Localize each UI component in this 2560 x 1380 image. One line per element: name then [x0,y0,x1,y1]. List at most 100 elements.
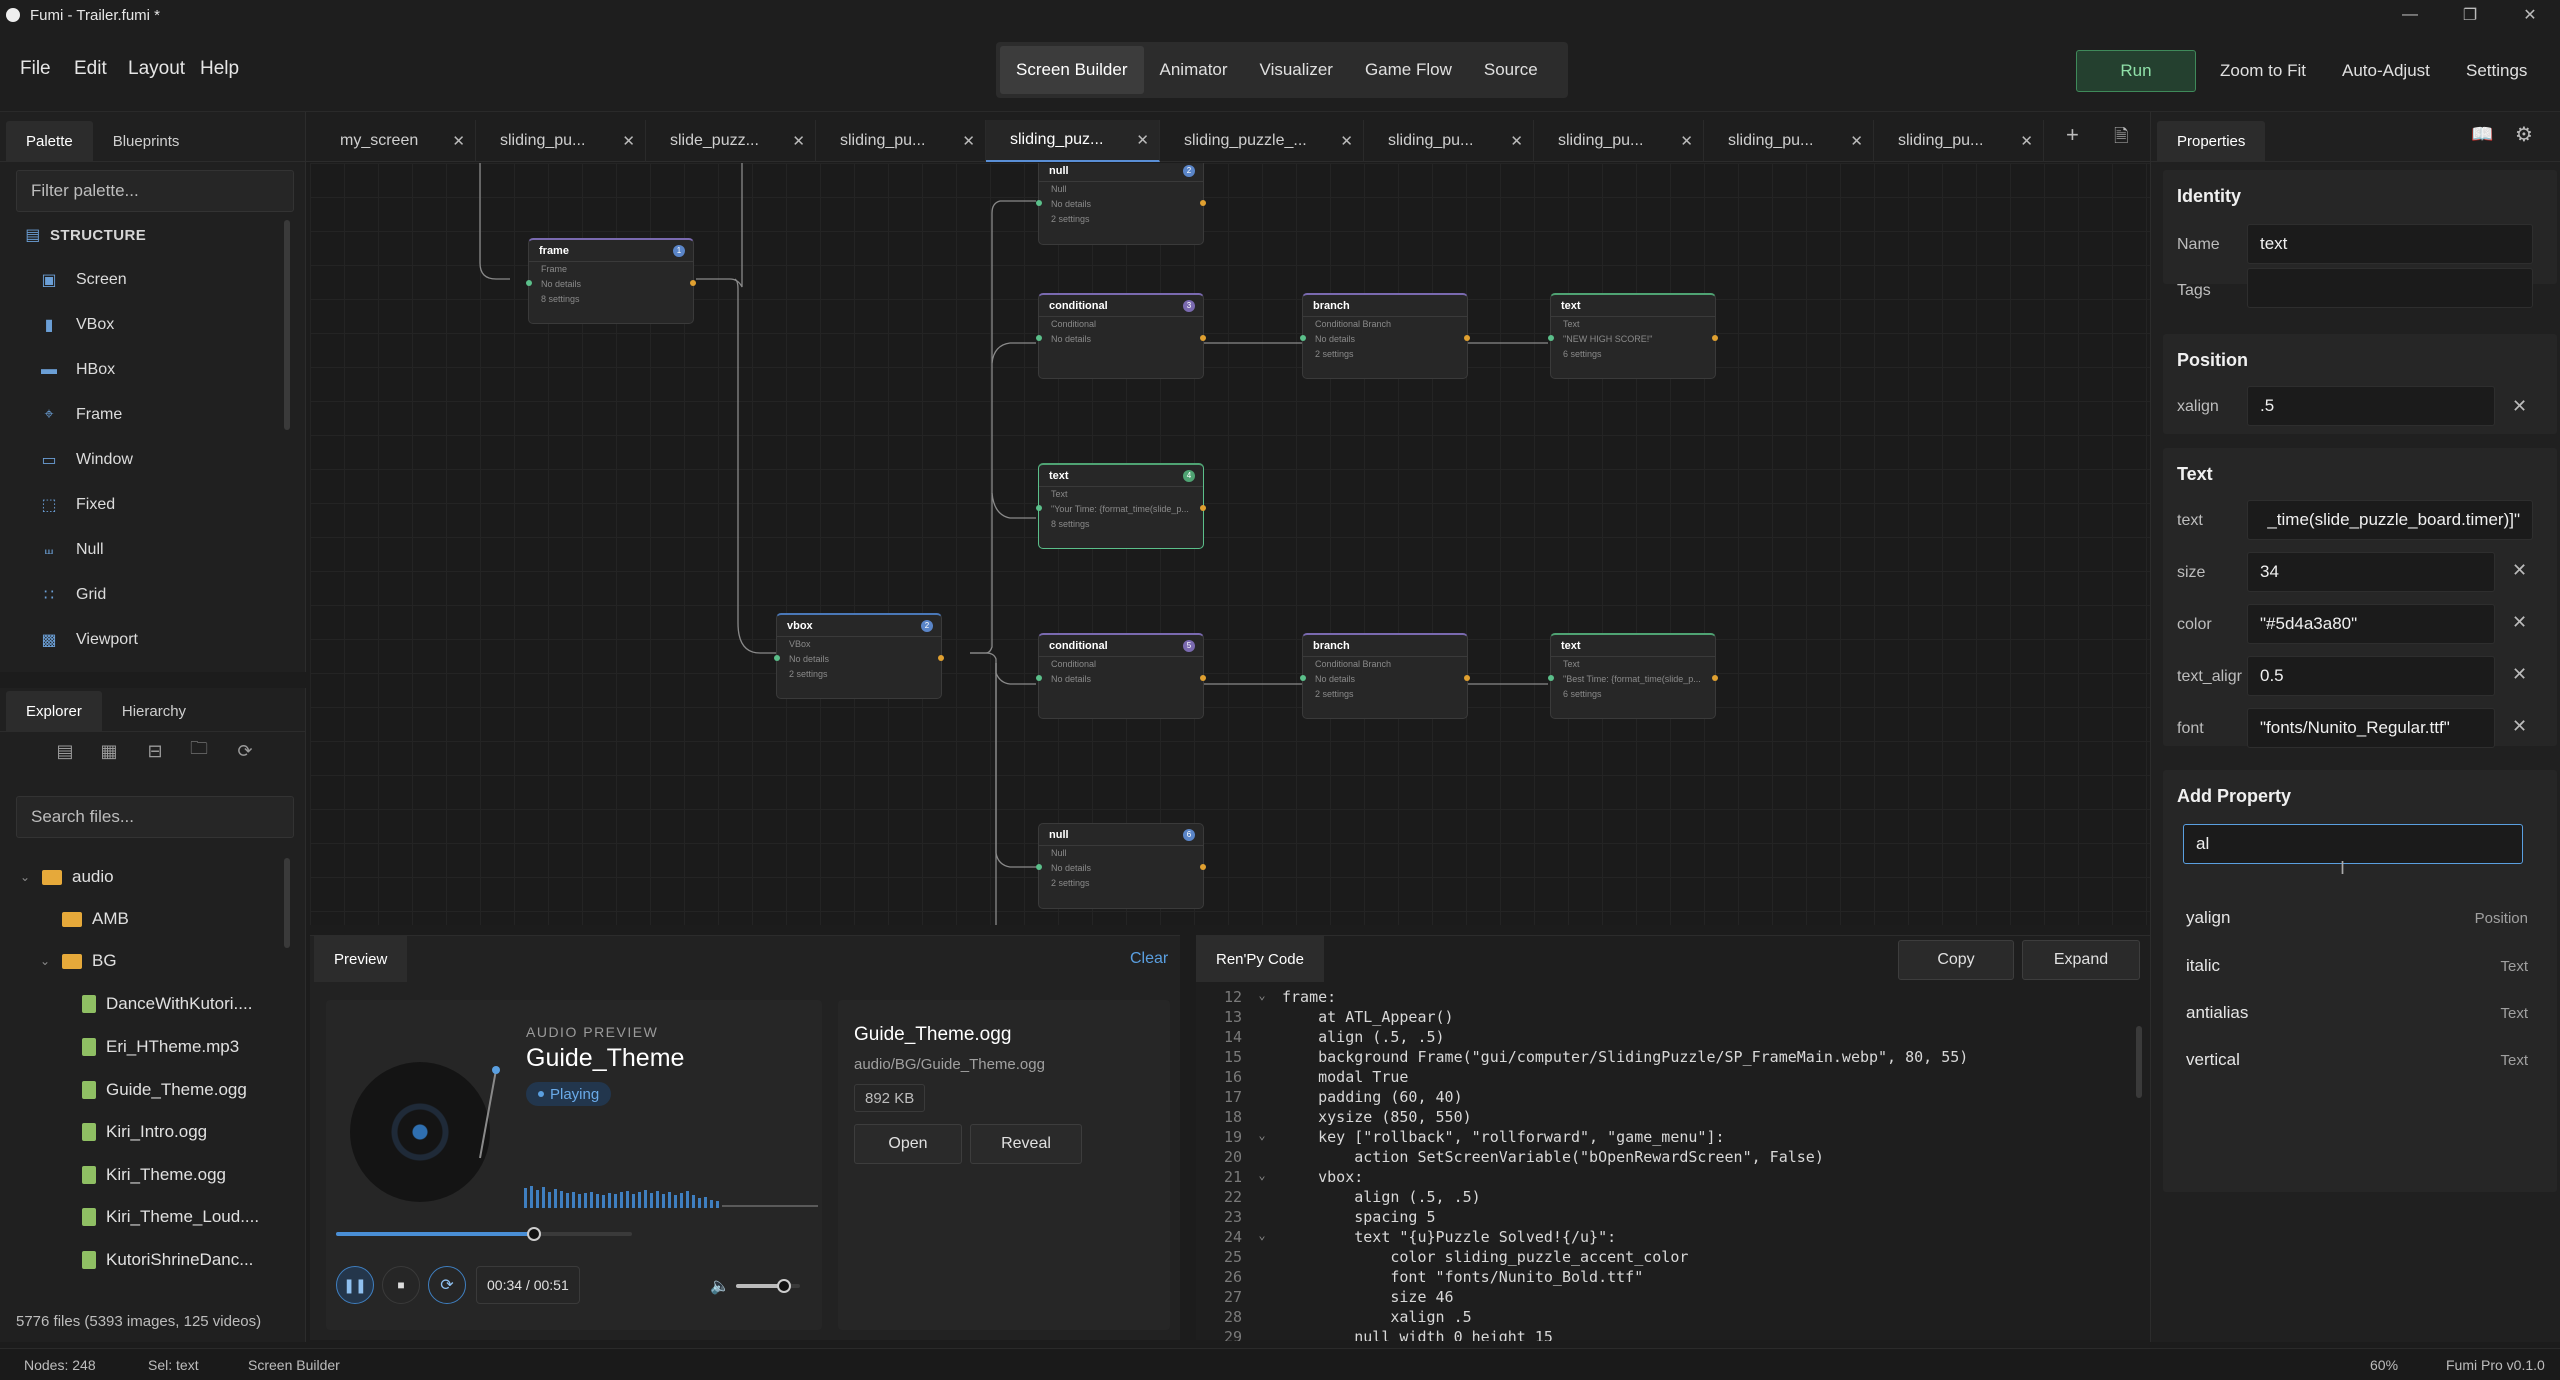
tree-file[interactable]: Guide_Theme.ogg [82,1077,247,1103]
volume-slider[interactable] [736,1279,800,1293]
seek-slider[interactable] [336,1227,632,1241]
fold-chevron-icon[interactable]: ⌄ [1242,1228,1282,1248]
node-conditional[interactable]: conditional 5 Conditional No details [1036,633,1206,719]
settings-button[interactable]: Settings [2466,50,2527,92]
close-tab-icon[interactable]: ✕ [622,132,635,150]
fold-chevron-icon[interactable] [1242,1068,1282,1088]
volume-icon[interactable]: 🔈 [710,1276,730,1296]
output-pin[interactable] [1712,675,1718,681]
palette-item-window[interactable]: ▭ Window [40,448,132,472]
suggestion-item[interactable]: yalign Position [2162,896,2542,940]
color-field[interactable]: "#5d4a3a80" [2247,604,2495,644]
output-pin[interactable] [938,655,944,661]
auto-adjust-button[interactable]: Auto-Adjust [2342,50,2430,92]
editor-tab[interactable]: sliding_puzzle_... ✕ [1160,120,1364,162]
clear-size-icon[interactable]: ✕ [2512,560,2527,581]
node-conditional[interactable]: conditional 3 Conditional No details [1036,293,1206,379]
tree-file[interactable]: DanceWithKutori.... [82,991,252,1017]
explorer-scrollbar[interactable] [284,858,290,948]
fold-chevron-icon[interactable] [1242,1188,1282,1208]
tree-folder-amb[interactable]: AMB [40,906,129,932]
palette-item-grid[interactable]: ∷ Grid [40,583,106,607]
suggestion-item[interactable]: italic Text [2162,944,2542,988]
editor-tab[interactable]: my_screen ✕ [316,120,476,162]
tree-folder-bg[interactable]: ⌄ BG [40,948,117,974]
document-icon[interactable]: 🗎 [2114,124,2128,154]
output-pin[interactable] [1464,675,1470,681]
copy-button[interactable]: Copy [1898,940,2014,980]
fold-chevron-icon[interactable]: ⌄ [1242,1168,1282,1188]
palette-item-hbox[interactable]: ▬ HBox [40,358,115,382]
fold-chevron-icon[interactable]: ⌄ [1242,988,1282,1008]
open-button[interactable]: Open [854,1124,962,1164]
clear-xalign-icon[interactable]: ✕ [2512,396,2527,417]
fold-chevron-icon[interactable] [1242,1028,1282,1048]
code-scrollbar[interactable] [2136,1026,2142,1098]
input-pin[interactable] [1036,200,1042,206]
fold-chevron-icon[interactable] [1242,1048,1282,1068]
editor-tab[interactable]: sliding_pu... ✕ [1874,120,2044,162]
tree-folder-audio[interactable]: ⌄ audio [20,864,114,890]
size-field[interactable]: 34 [2247,552,2495,592]
menu-edit[interactable]: Edit [74,58,107,80]
editor-tab[interactable]: sliding_pu... ✕ [1364,120,1534,162]
menu-file[interactable]: File [20,58,51,80]
output-pin[interactable] [1200,675,1206,681]
fold-chevron-icon[interactable]: ⌄ [1242,1128,1282,1148]
fold-chevron-icon[interactable] [1242,1268,1282,1288]
input-pin[interactable] [526,280,532,286]
add-property-input[interactable]: al [2183,824,2523,864]
close-tab-icon[interactable]: ✕ [452,132,465,150]
editor-tab-active[interactable]: sliding_puz... ✕ [986,120,1160,162]
palette-item-frame[interactable]: ⌖ Frame [40,403,122,427]
input-pin[interactable] [1036,675,1042,681]
zoom-to-fit-button[interactable]: Zoom to Fit [2220,50,2306,92]
fold-chevron-icon[interactable] [1242,1208,1282,1228]
palette-item-vbox[interactable]: ▮ VBox [40,313,115,337]
close-tab-icon[interactable]: ✕ [1510,132,1523,150]
seek-handle[interactable] [527,1227,542,1241]
restore-icon[interactable]: ❐ [2440,0,2500,30]
tree-file[interactable]: KutoriShrineDanc... [82,1247,253,1273]
clear-button[interactable]: Clear [1130,950,1168,968]
tree-file[interactable]: Kiri_Intro.ogg [82,1119,207,1145]
node-branch[interactable]: branch Conditional Branch No details 2 s… [1300,293,1470,379]
close-tab-icon[interactable]: ✕ [1850,132,1863,150]
reveal-button[interactable]: Reveal [970,1124,1082,1164]
input-pin[interactable] [1548,335,1554,341]
editor-tab[interactable]: sliding_pu... ✕ [1704,120,1874,162]
tab-preview[interactable]: Preview [314,936,408,982]
input-pin[interactable] [1548,675,1554,681]
code-editor[interactable]: 12 ⌄ frame: 13 at ATL_Appear() 14 align (.5,… [1196,982,2132,1341]
tab-properties[interactable]: Properties [2157,121,2266,161]
output-pin[interactable] [1200,335,1206,341]
node-graph-canvas[interactable]: frame 1 Frame No details 8 settings vbox… [310,163,2150,925]
palette-item-screen[interactable]: ▣ Screen [40,268,126,292]
input-pin[interactable] [774,655,780,661]
search-files-input[interactable]: Search files... [16,796,294,838]
editor-tab[interactable]: sliding_pu... ✕ [476,120,646,162]
node-null[interactable]: null 6 Null No details 2 settings [1036,823,1206,909]
filter-palette-input[interactable]: Filter palette... [16,170,294,212]
close-window-icon[interactable]: ✕ [2500,0,2560,30]
expand-button[interactable]: Expand [2022,940,2140,980]
fold-chevron-icon[interactable] [1242,1108,1282,1128]
node-null[interactable]: null 2 Null No details 2 settings [1036,163,1206,245]
loop-button[interactable]: ⟳ [428,1266,466,1304]
tree-file[interactable]: Kiri_Theme_Loud.... [82,1204,259,1230]
gear-icon[interactable]: ⚙ [2515,122,2533,147]
xalign-field[interactable]: .5 [2247,386,2495,426]
node-branch[interactable]: branch Conditional Branch No details 2 s… [1300,633,1470,719]
suggestion-item[interactable]: vertical Text [2162,1038,2542,1082]
close-tab-icon[interactable]: ✕ [1680,132,1693,150]
new-tab-icon[interactable]: + [2066,122,2079,148]
output-pin[interactable] [1200,864,1206,870]
stop-button[interactable]: ■ [382,1266,420,1304]
tab-blueprints[interactable]: Blueprints [93,121,200,161]
name-field[interactable]: text [2247,224,2533,264]
clear-color-icon[interactable]: ✕ [2512,612,2527,633]
minimize-icon[interactable]: — [2380,0,2440,30]
volume-handle[interactable] [777,1279,791,1293]
run-button[interactable]: Run [2076,50,2196,92]
pause-button[interactable]: ❚❚ [336,1266,374,1304]
